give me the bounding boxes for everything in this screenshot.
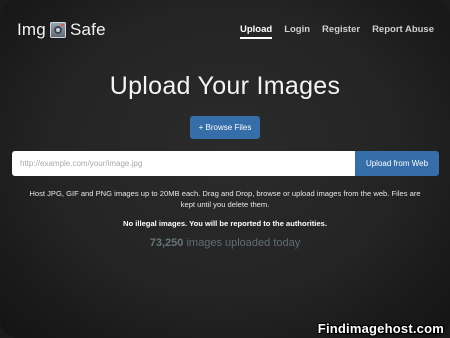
watermark: Findimagehost.com [317, 321, 444, 336]
upload-count: 73,250 [149, 237, 184, 249]
page-title: Upload Your Images [109, 72, 341, 100]
illegal-images-warning: No illegal images. You will be reported … [123, 219, 327, 228]
navbar: Img Safe Upload Login Register Report Ab… [0, 0, 450, 62]
nav-login[interactable]: Login [284, 24, 310, 39]
url-upload-form: Upload from Web [12, 151, 439, 176]
upload-info-text: Host JPG, GIF and PNG images up to 20MB … [29, 189, 421, 209]
nav-register[interactable]: Register [322, 24, 360, 39]
nav-report-abuse[interactable]: Report Abuse [372, 24, 434, 39]
page: Img Safe Upload Login Register Report Ab… [0, 0, 450, 338]
brand-name-left: Img [17, 20, 46, 39]
upload-count-label: images uploaded today [186, 237, 301, 249]
browse-files-button[interactable]: + Browse Files [190, 116, 260, 139]
camera-icon [49, 22, 66, 38]
brand-logo-link[interactable]: Img Safe [17, 20, 106, 40]
image-url-input[interactable] [12, 151, 355, 176]
brand-name-right: Safe [69, 20, 106, 39]
upload-from-web-button[interactable]: Upload from Web [355, 151, 439, 176]
nav-upload[interactable]: Upload [239, 24, 273, 39]
main-nav: Upload Login Register Report Abuse [239, 24, 434, 39]
upload-counter: 73,250 images uploaded today [0, 237, 450, 249]
